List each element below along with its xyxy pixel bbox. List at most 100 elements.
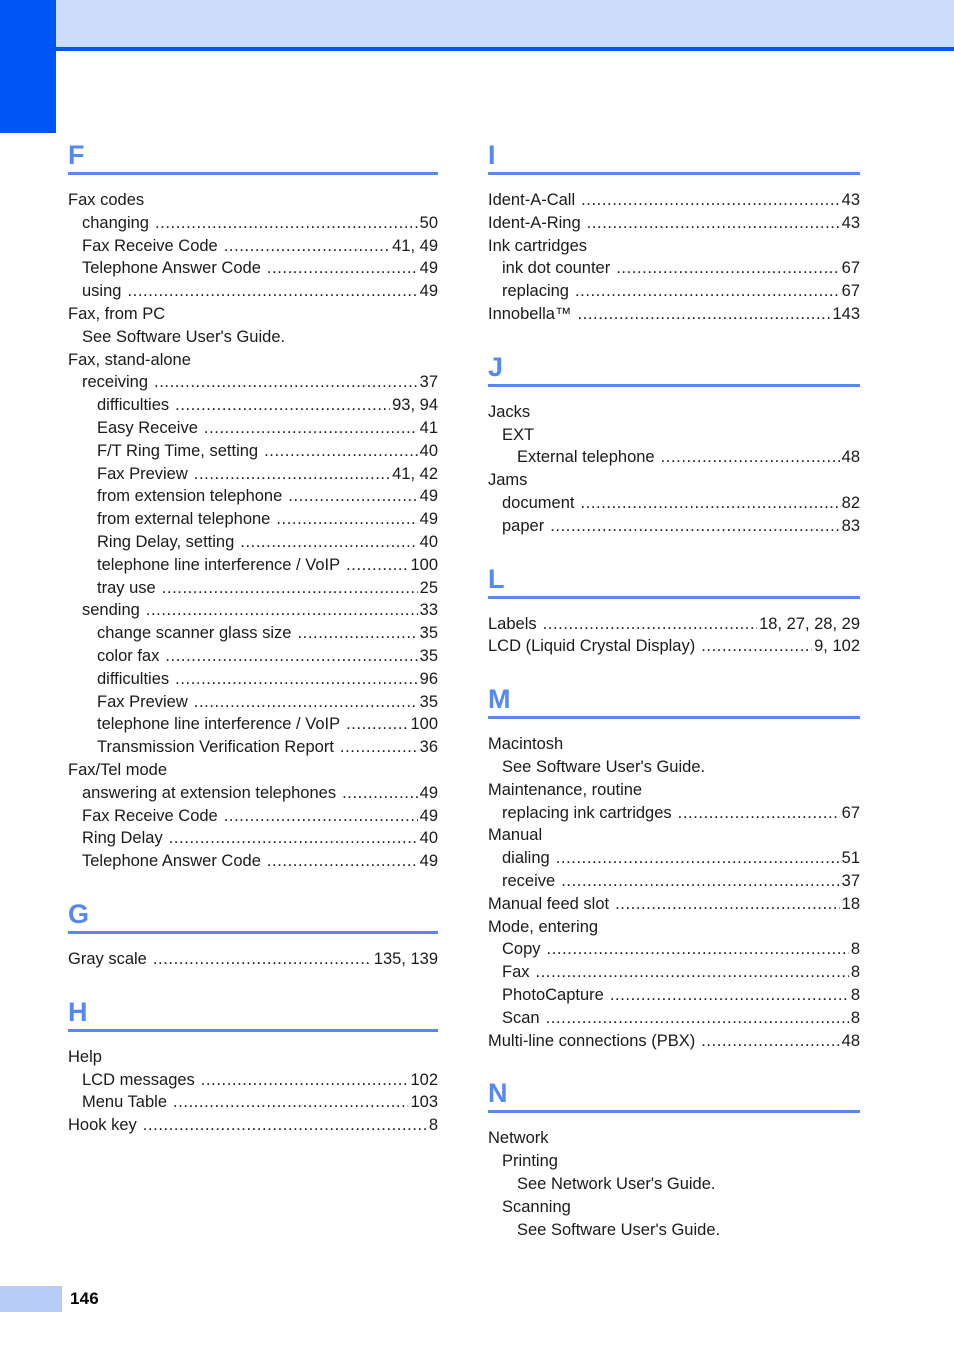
- index-entry-label: Help: [68, 1047, 102, 1066]
- letter-rule: [488, 172, 860, 175]
- index-entry[interactable]: Fax Preview 35: [68, 691, 438, 714]
- index-entry[interactable]: from external telephone 49: [68, 508, 438, 531]
- index-entry[interactable]: Easy Receive 41: [68, 417, 438, 440]
- index-entry: Fax codes: [68, 189, 438, 212]
- index-entry-leader: [580, 492, 839, 509]
- index-entry[interactable]: changing 50: [68, 212, 438, 235]
- index-entry-label: dialing: [502, 849, 550, 868]
- index-entry[interactable]: Copy 8: [488, 938, 860, 961]
- index-entry[interactable]: sending 33: [68, 599, 438, 622]
- index-entry[interactable]: dialing 51: [488, 847, 860, 870]
- index-entry[interactable]: Telephone Answer Code 49: [68, 257, 438, 280]
- index-entry[interactable]: receiving 37: [68, 371, 438, 394]
- index-entry-label: Jacks: [488, 402, 531, 421]
- index-entry[interactable]: difficulties 93, 94: [68, 394, 438, 417]
- index-entry[interactable]: External telephone 48: [488, 446, 860, 469]
- letter-heading: L: [488, 563, 505, 594]
- index-entry-leader: [543, 613, 757, 630]
- index-entry-leader: [194, 463, 390, 480]
- index-entry[interactable]: using 49: [68, 280, 438, 303]
- index-entry[interactable]: ink dot counter 67: [488, 257, 860, 280]
- index-entry[interactable]: PhotoCapture 8: [488, 984, 860, 1007]
- index-entry-leader: [146, 599, 418, 616]
- index-entry[interactable]: telephone line interference / VoIP 100: [68, 713, 438, 736]
- index-entry[interactable]: color fax 35: [68, 645, 438, 668]
- index-entry-pages: 36: [419, 738, 438, 757]
- index-entry-pages: 135, 139: [373, 949, 438, 968]
- index-entry-leader: [173, 1091, 408, 1108]
- index-entry[interactable]: Telephone Answer Code 49: [68, 850, 438, 873]
- index-entry-pages: 8: [850, 985, 860, 1004]
- index-entry-label: Hook key: [68, 1116, 137, 1135]
- index-entry[interactable]: Scan 8: [488, 1007, 860, 1030]
- index-entry[interactable]: tray use 25: [68, 577, 438, 600]
- index-entry[interactable]: Ident-A-Ring 43: [488, 212, 860, 235]
- index-entry[interactable]: Labels 18, 27, 28, 29: [488, 613, 860, 636]
- index-entry-label: color fax: [97, 646, 160, 665]
- index-entry-leader: [342, 782, 418, 799]
- index-entry-leader: [224, 235, 390, 252]
- index-entry[interactable]: answering at extension telephones 49: [68, 782, 438, 805]
- index-entry-label: Multi-line connections (PBX): [488, 1031, 696, 1050]
- index-entry[interactable]: replacing ink cartridges 67: [488, 802, 860, 825]
- index-entry-pages: 9, 102: [814, 637, 860, 656]
- index-entry-leader: [701, 1030, 839, 1047]
- index-entry[interactable]: difficulties 96: [68, 668, 438, 691]
- index-entry-label: Network: [488, 1129, 549, 1148]
- index-entry[interactable]: Ring Delay, setting 40: [68, 531, 438, 554]
- index-entry[interactable]: Fax Preview 41, 42: [68, 463, 438, 486]
- index-entry-pages: 49: [419, 852, 438, 871]
- index-entry-label: Innobella™: [488, 304, 572, 323]
- index-entry[interactable]: paper 83: [488, 515, 860, 538]
- index-entry[interactable]: document 82: [488, 492, 860, 515]
- index-entry-pages: 35: [419, 646, 438, 665]
- index-entry[interactable]: LCD messages 102: [68, 1069, 438, 1092]
- index-entry-pages: 48: [841, 448, 860, 467]
- index-entry[interactable]: receive 37: [488, 870, 860, 893]
- index-entry-label: Telephone Answer Code: [82, 852, 261, 871]
- index-entry[interactable]: Menu Table 103: [68, 1091, 438, 1114]
- index-entry-pages: 40: [419, 532, 438, 551]
- letter-section-i: I Ident-A-Call 43 Ident-A-Ring 43 Ink cartrid…: [488, 140, 860, 326]
- index-entry[interactable]: Hook key 8: [68, 1114, 438, 1137]
- index-entry[interactable]: Fax Receive Code 41, 49: [68, 235, 438, 258]
- index-entry[interactable]: Manual feed slot 18: [488, 893, 860, 916]
- index-entry[interactable]: Innobella™ 143: [488, 303, 860, 326]
- index-entry-pages: 67: [841, 259, 860, 278]
- index-entry-label: replacing ink cartridges: [502, 803, 672, 822]
- index-entry-leader: [169, 827, 418, 844]
- index-entry-label: Ink cartridges: [488, 236, 588, 255]
- index-entry-pages: 49: [419, 806, 438, 825]
- index-entry[interactable]: Ident-A-Call 43: [488, 189, 860, 212]
- index-entry-leader: [550, 515, 839, 532]
- index-entry: Manual: [488, 824, 860, 847]
- index-entry[interactable]: Multi-line connections (PBX) 48: [488, 1030, 860, 1053]
- index-entry[interactable]: replacing 67: [488, 280, 860, 303]
- index-entry-pages: 49: [419, 783, 438, 802]
- index-entry[interactable]: change scanner glass size 35: [68, 622, 438, 645]
- index-entry-leader: [346, 554, 408, 571]
- index-entry[interactable]: Fax Receive Code 49: [68, 805, 438, 828]
- index-entry: Help: [68, 1046, 438, 1069]
- index-entry: Macintosh: [488, 733, 860, 756]
- letter-section-n: N Network Printing See Network User's Guide…: [488, 1078, 860, 1241]
- index-entry-leader: [547, 938, 849, 955]
- index-entry[interactable]: Fax 8: [488, 961, 860, 984]
- index-entry-label: Ident-A-Ring: [488, 213, 581, 232]
- index-entry[interactable]: Ring Delay 40: [68, 827, 438, 850]
- index-entry-label: EXT: [502, 425, 535, 444]
- index-entry[interactable]: LCD (Liquid Crystal Display) 9, 102: [488, 635, 860, 658]
- index-entry[interactable]: from extension telephone 49: [68, 485, 438, 508]
- index-entry-pages: 96: [419, 669, 438, 688]
- index-entry[interactable]: telephone line interference / VoIP 100: [68, 554, 438, 577]
- index-entry-pages: 18: [841, 894, 860, 913]
- index-entry[interactable]: Transmission Verification Report 36: [68, 736, 438, 759]
- index-entry-leader: [201, 1069, 409, 1086]
- index-entry-pages: 41, 49: [392, 236, 438, 255]
- index-entry[interactable]: Gray scale 135, 139: [68, 948, 438, 971]
- index-entry-label: Ring Delay: [82, 829, 163, 848]
- index-entry[interactable]: F/T Ring Time, setting 40: [68, 440, 438, 463]
- letter-section-g: G Gray scale 135, 139: [68, 899, 438, 971]
- index-entry-leader: [127, 280, 417, 297]
- index-entry-label: ink dot counter: [502, 259, 611, 278]
